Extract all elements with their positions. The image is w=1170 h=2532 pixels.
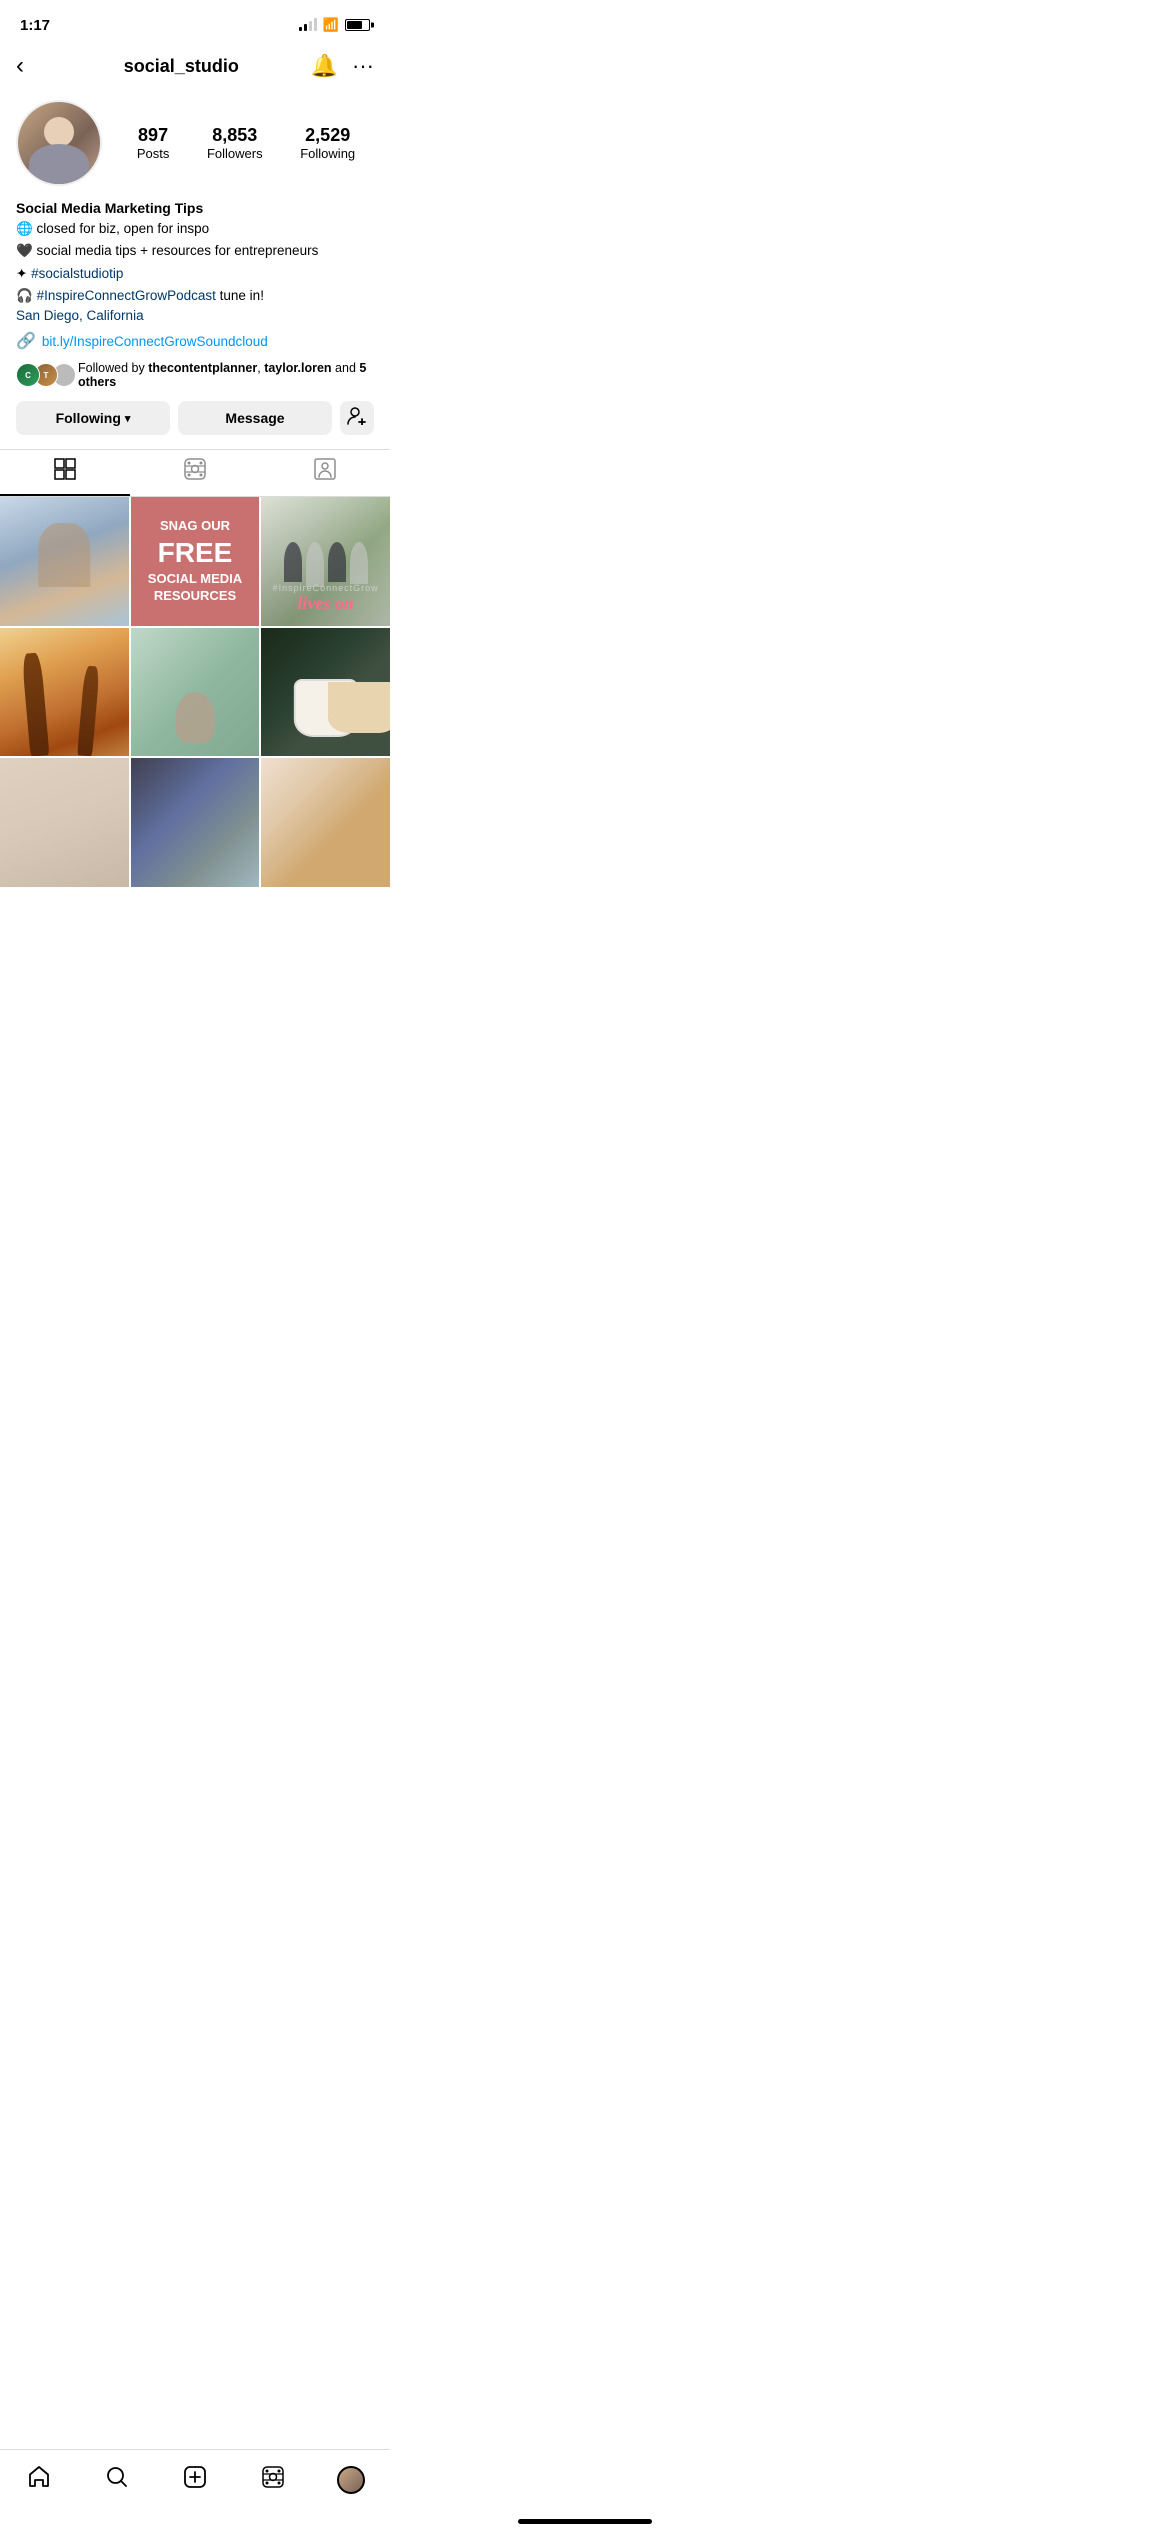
action-buttons: Following ▾ Message (0, 401, 390, 435)
home-indicator (518, 2519, 652, 2524)
following-chevron-icon: ▾ (125, 412, 131, 425)
posts-count: 897 (138, 125, 168, 146)
grid-item-7[interactable] (0, 758, 129, 887)
profile-section: 897 Posts 8,853 Followers 2,529 Followin… (0, 92, 390, 186)
grid-icon (53, 457, 77, 487)
tab-tagged[interactable] (260, 450, 390, 496)
tagged-icon (313, 457, 337, 487)
grid-item-5[interactable] (131, 628, 260, 757)
tab-grid[interactable] (0, 450, 130, 496)
status-bar: 1:17 📶 (0, 0, 390, 44)
photo-grid: SNAG OUR FREE SOCIAL MEDIA RESOURCES #In… (0, 497, 390, 887)
profile-avatar[interactable] (16, 100, 102, 186)
grid-item-9[interactable] (261, 758, 390, 887)
nav-home[interactable] (15, 2462, 63, 2498)
profile-location[interactable]: San Diego, California (16, 308, 374, 323)
link-chain-icon: 🔗 (16, 331, 36, 351)
follower-avatar-stack: C T (16, 363, 70, 387)
message-button[interactable]: Message (178, 401, 332, 435)
posts-label: Posts (137, 146, 170, 161)
nav-search[interactable] (93, 2462, 141, 2498)
bio-line-1: 🌐 closed for biz, open for inspo (16, 219, 374, 239)
bio-section: Social Media Marketing Tips 🌐 closed for… (0, 200, 390, 389)
promo-line-1: SNAG OUR (148, 518, 242, 535)
reels-nav-icon (261, 2465, 285, 2496)
nav-profile[interactable] (327, 2462, 375, 2498)
hashtag-podcast[interactable]: #InspireConnectGrowPodcast (37, 288, 216, 303)
profile-display-name: Social Media Marketing Tips (16, 200, 374, 216)
followers-label: Followers (207, 146, 263, 161)
grid-item-3[interactable]: #InspireConnectGrow lives on (261, 497, 390, 626)
followed-by-row: C T Followed by thecontentplanner, taylo… (16, 361, 374, 389)
wifi-icon: 📶 (323, 17, 339, 33)
bio-line-2: 🖤 social media tips + resources for entr… (16, 241, 374, 261)
nav-reels[interactable] (249, 2462, 297, 2498)
following-label: Following (300, 146, 355, 161)
following-stat[interactable]: 2,529 Following (300, 125, 355, 161)
search-icon (105, 2465, 129, 2496)
content-tab-bar (0, 449, 390, 497)
grid-item-8[interactable] (131, 758, 260, 887)
nav-avatar (337, 2466, 365, 2494)
profile-top: 897 Posts 8,853 Followers 2,529 Followin… (16, 100, 374, 186)
status-icons: 📶 (299, 17, 370, 33)
external-link[interactable]: bit.ly/InspireConnectGrowSoundcloud (42, 334, 268, 349)
notification-bell-icon[interactable]: 🔔 (311, 53, 338, 79)
back-button[interactable]: ‹ (16, 52, 52, 80)
external-link-row: 🔗 bit.ly/InspireConnectGrowSoundcloud (16, 331, 374, 351)
add-person-button[interactable] (340, 401, 374, 435)
header-actions: 🔔 ··· (311, 53, 374, 79)
nav-create[interactable] (171, 2462, 219, 2498)
reels-icon (183, 457, 207, 487)
grid-item-1[interactable] (0, 497, 129, 626)
bottom-nav (0, 2449, 390, 2532)
status-time: 1:17 (20, 17, 50, 34)
following-button[interactable]: Following ▾ (16, 401, 170, 435)
home-icon (27, 2465, 51, 2496)
add-person-icon (347, 407, 367, 430)
following-count: 2,529 (305, 125, 350, 146)
following-button-label: Following (56, 410, 121, 426)
grid-item-2[interactable]: SNAG OUR FREE SOCIAL MEDIA RESOURCES (131, 497, 260, 626)
bio-line-3: ✦ #socialstudiotip (16, 264, 374, 284)
promo-line-3: SOCIAL MEDIA (148, 571, 242, 588)
followers-count: 8,853 (212, 125, 257, 146)
header: ‹ social_studio 🔔 ··· (0, 44, 390, 92)
grid-item-6[interactable] (261, 628, 390, 757)
promo-line-2: FREE (148, 535, 242, 571)
create-icon (183, 2465, 207, 2496)
posts-stat[interactable]: 897 Posts (137, 125, 170, 161)
grid-item-4[interactable] (0, 628, 129, 757)
followed-by-text: Followed by thecontentplanner, taylor.lo… (78, 361, 374, 389)
battery-icon (345, 19, 370, 31)
bio-line-4: 🎧 #InspireConnectGrowPodcast tune in! (16, 286, 374, 306)
tab-reels[interactable] (130, 450, 260, 496)
promo-line-4: RESOURCES (148, 588, 242, 605)
follower-avatar-1: C (16, 363, 40, 387)
stats-row: 897 Posts 8,853 Followers 2,529 Followin… (118, 125, 374, 161)
followers-stat[interactable]: 8,853 Followers (207, 125, 263, 161)
hashtag-socialstudiotip[interactable]: #socialstudiotip (31, 266, 123, 281)
signal-icon (299, 19, 317, 31)
more-options-icon[interactable]: ··· (352, 53, 374, 79)
header-username: social_studio (124, 56, 239, 77)
